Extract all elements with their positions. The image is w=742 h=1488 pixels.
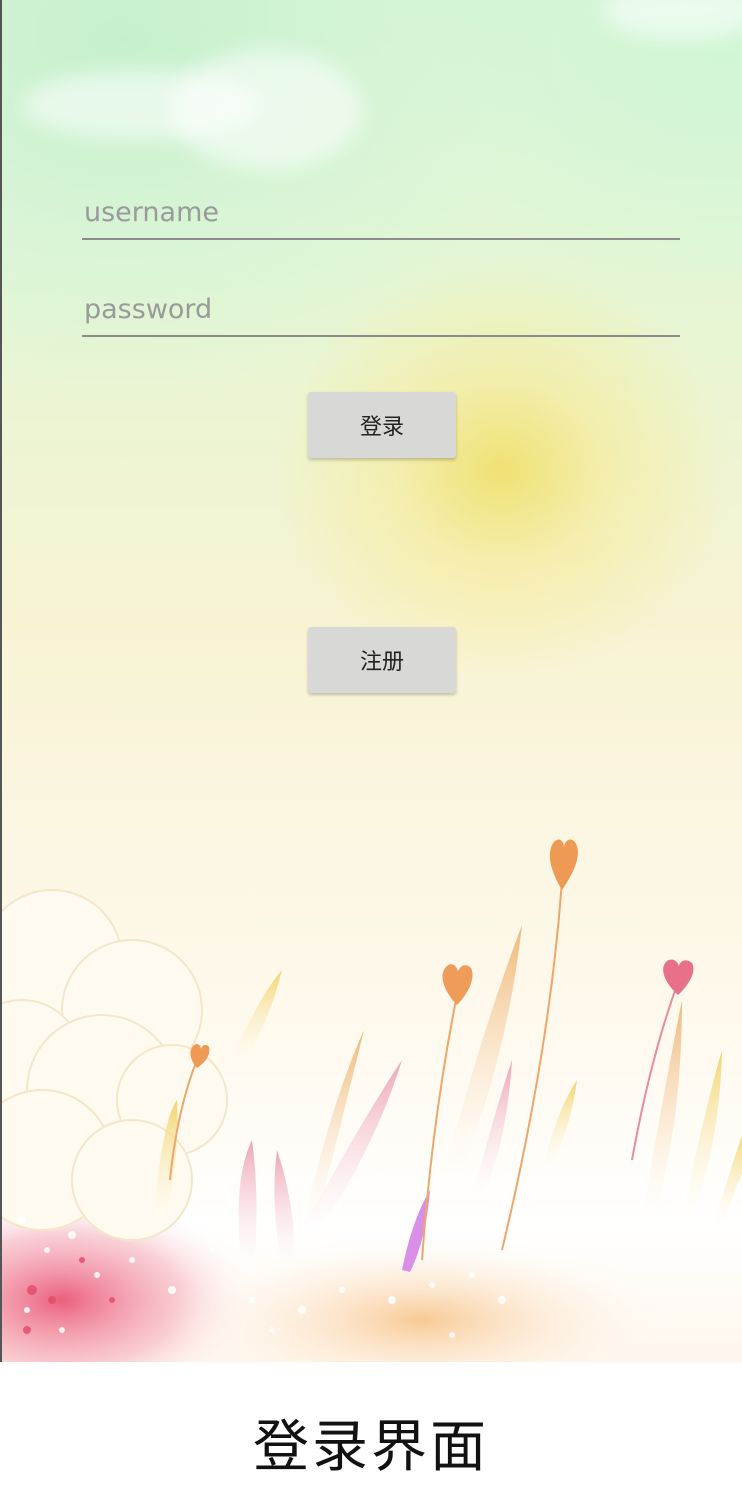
- login-button[interactable]: 登录: [308, 392, 456, 458]
- username-input[interactable]: [82, 190, 680, 240]
- figure-caption: 登录界面: [253, 1415, 489, 1480]
- password-input[interactable]: [82, 287, 680, 337]
- phone-screen: 登录 注册: [0, 0, 742, 1362]
- register-button[interactable]: 注册: [308, 627, 456, 693]
- heart-flower-icon: [549, 839, 578, 890]
- cloud-bush: [2, 889, 228, 1241]
- heart-flower-icon: [442, 964, 473, 1005]
- page: 登录 注册 登录界面: [0, 0, 742, 1488]
- heart-flower-icon: [663, 959, 694, 995]
